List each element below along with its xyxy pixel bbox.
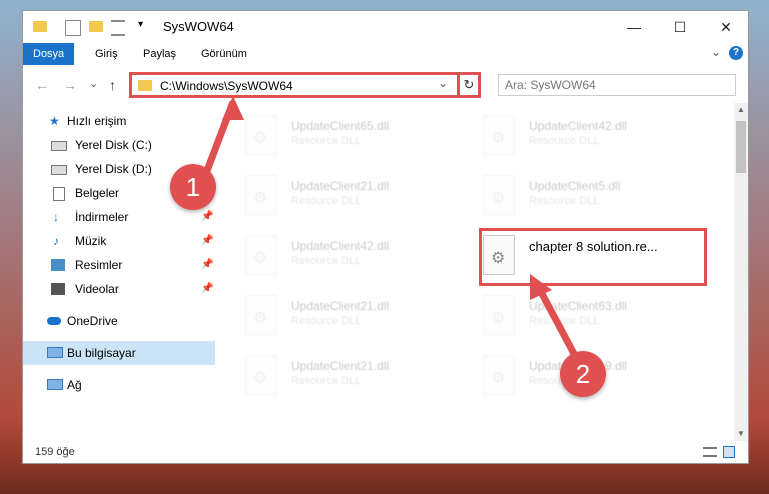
step-badge-2: 2 [560,351,606,397]
step-badge-1: 1 [170,164,216,210]
annotation-arrows [201,96,584,367]
arrowhead-1 [222,96,244,120]
